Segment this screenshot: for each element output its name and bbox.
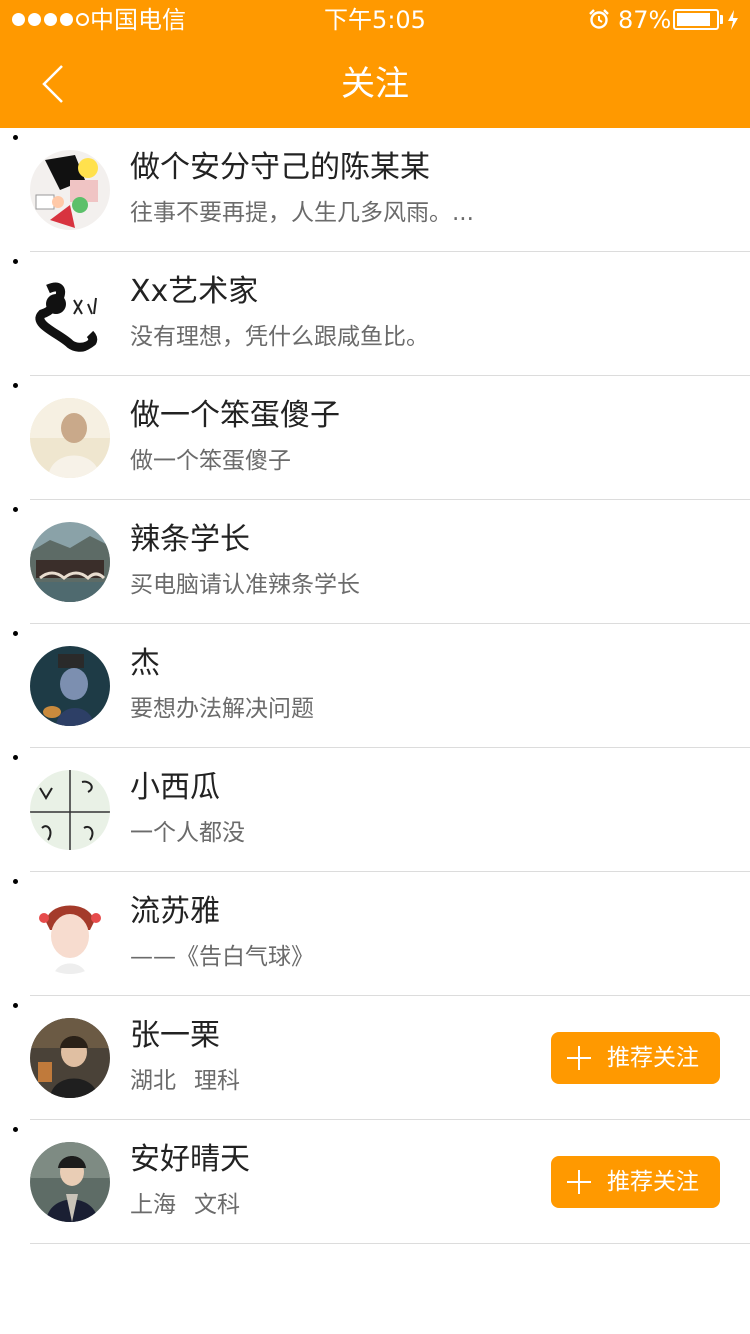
top-bar: 中国电信 下午5:05 87% 关注 (0, 0, 750, 128)
user-name: 安好晴天 (130, 1142, 250, 1177)
follow-list-item[interactable]: 辣条学长 买电脑请认准辣条学长 (30, 500, 750, 624)
user-name: Xx艺术家 (130, 274, 259, 309)
follow-list-item[interactable]: 小西瓜 一个人都没 (30, 748, 750, 872)
user-signature: 一个人都没 (130, 820, 245, 846)
follow-list: 做个安分守己的陈某某 往事不要再提，人生几多风雨。... Xx艺术家 没有理想，… (0, 128, 750, 1244)
user-name: 做一个笨蛋傻子 (130, 398, 340, 433)
page-title: 关注 (341, 64, 409, 104)
avatar (30, 1018, 110, 1098)
user-name: 做个安分守己的陈某某 (130, 150, 430, 185)
avatar (30, 522, 110, 602)
user-signature: 要想办法解决问题 (130, 696, 314, 722)
follow-list-item[interactable]: 张一栗 湖北理科 推荐关注 (30, 996, 750, 1120)
user-signature: ——《告白气球》 (130, 944, 314, 970)
user-name: 小西瓜 (130, 770, 220, 805)
user-location: 上海 文科 (130, 1189, 240, 1221)
follow-list-item[interactable]: 杰 要想办法解决问题 (30, 624, 750, 748)
avatar (30, 894, 110, 974)
user-name: 流苏雅 (130, 894, 220, 929)
user-signature: 没有理想，凭什么跟咸鱼比。 (130, 324, 429, 350)
recommend-follow-label: 推荐关注 (607, 1045, 699, 1071)
battery-percent: 87% (618, 6, 672, 34)
nav-bar: 关注 (0, 40, 750, 128)
avatar (30, 770, 110, 850)
follow-list-item[interactable]: 做个安分守己的陈某某 往事不要再提，人生几多风雨。... (30, 128, 750, 252)
user-location: 湖北 理科 (130, 1065, 240, 1097)
avatar (30, 150, 110, 230)
user-name: 张一栗 (130, 1018, 220, 1053)
user-name: 杰 (130, 646, 160, 681)
avatar (30, 398, 110, 478)
follow-list-item[interactable]: 流苏雅 ——《告白气球》 (30, 872, 750, 996)
battery-level-fill (677, 13, 711, 26)
user-name: 辣条学长 (130, 522, 250, 557)
charging-bolt-icon (727, 9, 739, 37)
user-location-province: 湖北 (130, 1068, 176, 1094)
user-signature: 做一个笨蛋傻子 (130, 448, 291, 474)
user-subject: 理科 (194, 1068, 240, 1094)
recommend-follow-label: 推荐关注 (607, 1169, 699, 1195)
avatar (30, 274, 110, 354)
avatar (30, 646, 110, 726)
user-signature: 买电脑请认准辣条学长 (130, 572, 360, 598)
recommend-follow-button[interactable]: 推荐关注 (551, 1032, 720, 1084)
status-bar: 中国电信 下午5:05 87% (0, 0, 750, 40)
follow-list-item[interactable]: 安好晴天 上海文科 推荐关注 (30, 1120, 750, 1244)
avatar (30, 1142, 110, 1222)
user-signature: 往事不要再提，人生几多风雨。... (130, 200, 474, 226)
plus-icon (567, 1170, 591, 1194)
follow-list-item[interactable]: 做一个笨蛋傻子 做一个笨蛋傻子 (30, 376, 750, 500)
follow-list-item[interactable]: Xx艺术家 没有理想，凭什么跟咸鱼比。 (30, 252, 750, 376)
recommend-follow-button[interactable]: 推荐关注 (551, 1156, 720, 1208)
alarm-icon (588, 8, 610, 36)
battery-icon (673, 9, 719, 30)
plus-icon (567, 1046, 591, 1070)
user-location-province: 上海 (130, 1192, 176, 1218)
user-subject: 文科 (194, 1192, 240, 1218)
